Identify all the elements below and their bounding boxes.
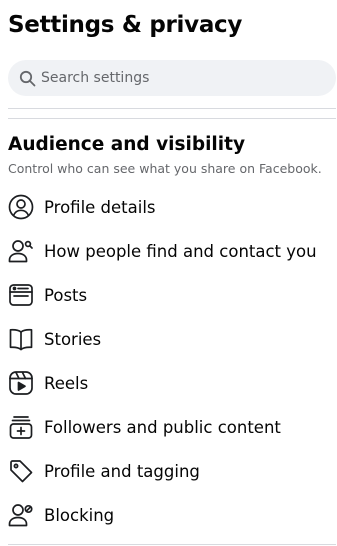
section-subtitle: Control who can see what you share on Fa… [8, 161, 322, 176]
user-blocked-icon [8, 502, 34, 528]
menu-item-reels[interactable]: Reels [0, 361, 337, 405]
menu-item-label: Followers and public content [44, 417, 281, 437]
divider [8, 108, 336, 109]
menu-item-label: Posts [44, 285, 88, 305]
settings-menu: Profile details How people find and cont… [0, 185, 337, 537]
search-input[interactable] [41, 70, 321, 86]
book-open-icon [8, 326, 34, 352]
search-bar[interactable] [8, 60, 336, 96]
search-icon [18, 69, 36, 87]
post-card-icon [8, 282, 34, 308]
tag-icon [8, 458, 34, 484]
menu-item-label: Reels [44, 373, 89, 393]
menu-item-stories[interactable]: Stories [0, 317, 337, 361]
menu-item-how-people-find-you[interactable]: How people find and contact you [0, 229, 337, 273]
reels-play-icon [8, 370, 34, 396]
menu-item-profile-details[interactable]: Profile details [0, 185, 337, 229]
menu-item-blocking[interactable]: Blocking [0, 493, 337, 537]
menu-item-label: How people find and contact you [44, 241, 317, 261]
page-title: Settings & privacy [8, 12, 243, 38]
section-title: Audience and visibility [8, 134, 246, 155]
user-search-icon [8, 238, 34, 264]
menu-item-label: Profile details [44, 197, 156, 217]
divider [8, 544, 336, 545]
menu-item-profile-and-tagging[interactable]: Profile and tagging [0, 449, 337, 493]
menu-item-label: Blocking [44, 505, 115, 525]
menu-item-label: Stories [44, 329, 102, 349]
menu-item-posts[interactable]: Posts [0, 273, 337, 317]
user-circle-icon [8, 194, 34, 220]
menu-item-label: Profile and tagging [44, 461, 200, 481]
follower-add-icon [8, 414, 34, 440]
divider [8, 118, 336, 119]
menu-item-followers[interactable]: Followers and public content [0, 405, 337, 449]
